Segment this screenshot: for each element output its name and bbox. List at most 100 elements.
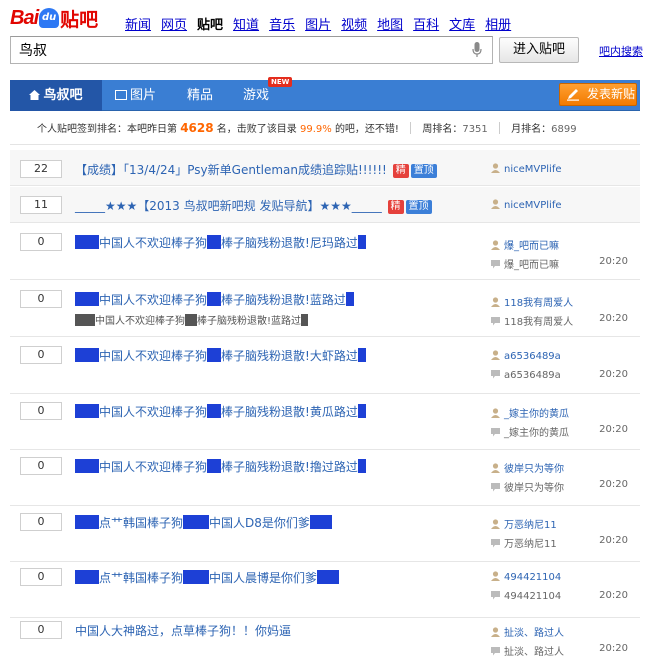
- nav-album[interactable]: 相册: [485, 14, 511, 33]
- last-replier-link[interactable]: a6536489a: [491, 369, 561, 381]
- thread-row[interactable]: 0 中国人大神路过，点草棒子狗！！你妈逼 扯淡、路过人 扯淡、路过人 20:20: [10, 619, 640, 660]
- redacted-block: [345, 292, 354, 306]
- nav-images[interactable]: 图片: [305, 14, 331, 33]
- thread-title: _____★★★【2013 鸟叔吧新吧规 发贴导航】★★★_____: [75, 199, 382, 213]
- thread-title-link[interactable]: 点艹韩国棒子狗 中国人D8是你们爹: [75, 514, 332, 531]
- thread-row[interactable]: 0 点艹韩国棒子狗 中国人晨博是你们爹 494421104 494421104 2…: [10, 563, 640, 618]
- pinned-tag: 置顶: [405, 200, 432, 214]
- last-replier-link[interactable]: 万恶纳尼11: [491, 535, 557, 550]
- redacted-block: [183, 570, 210, 584]
- reply-time: 20:20: [599, 256, 628, 267]
- reply-count: 0: [20, 621, 62, 639]
- author-name: niceMVPlife: [504, 200, 562, 211]
- new-badge: NEW: [268, 77, 293, 87]
- thread-title-link[interactable]: 中国人不欢迎棒子狗 棒子脑残粉退散!蓝路过: [75, 291, 354, 308]
- redacted-block: [207, 348, 222, 362]
- last-replier-link[interactable]: 494421104: [491, 590, 561, 602]
- nav-music[interactable]: 音乐: [269, 14, 295, 33]
- redacted-block: [185, 314, 197, 326]
- thread-title-part: 棒子脑残粉退散!: [221, 460, 310, 474]
- last-replier-link[interactable]: 彼岸只为等你: [491, 479, 564, 494]
- author-link[interactable]: 万恶纳尼11: [491, 516, 557, 531]
- last-replier-link[interactable]: 扯淡、路过人: [491, 643, 564, 658]
- thread-title-part: 黄瓜路过: [309, 405, 358, 419]
- tab-home[interactable]: 鸟叔吧: [10, 80, 102, 111]
- thread-title-link[interactable]: 中国人不欢迎棒子狗 棒子脑残粉退散!大虾路过: [75, 347, 366, 364]
- thread-title-part: 棒子脑残粉退散!: [221, 293, 310, 307]
- thread-row[interactable]: 11 _____★★★【2013 鸟叔吧新吧规 发贴导航】★★★_____ 精置…: [10, 187, 640, 223]
- tab-pictures[interactable]: 图片: [115, 80, 156, 111]
- nav-zhidao[interactable]: 知道: [233, 14, 259, 33]
- nav-news[interactable]: 新闻: [125, 14, 151, 33]
- abstract-part: 蓝路过: [271, 316, 302, 327]
- redacted-block: [357, 459, 366, 473]
- comment-icon: [491, 370, 500, 379]
- author-link[interactable]: _嫁主你的黄瓜: [491, 405, 569, 420]
- week-rank-value: 7351: [462, 124, 488, 135]
- stats-middle: 名，击败了该目录: [216, 124, 297, 135]
- enter-tieba-button[interactable]: 进入贴吧: [499, 37, 579, 63]
- microphone-icon[interactable]: [472, 42, 482, 58]
- nav-baike[interactable]: 百科: [413, 14, 439, 33]
- last-replier-name: 扯淡、路过人: [504, 647, 564, 658]
- reply-count: 22: [20, 160, 62, 178]
- thread-row[interactable]: 0 中国人不欢迎棒子狗 棒子脑残粉退散!撸过路过 彼岸只为等你 彼岸只为等你 20…: [10, 451, 640, 506]
- tab-games[interactable]: 游戏: [243, 80, 269, 111]
- author-name: 万恶纳尼11: [504, 520, 557, 531]
- nav-video[interactable]: 视频: [341, 14, 367, 33]
- reply-count: 0: [20, 290, 62, 308]
- user-icon: [491, 519, 500, 529]
- thread-title-link[interactable]: _____★★★【2013 鸟叔吧新吧规 发贴导航】★★★_____ 精置顶: [75, 197, 432, 214]
- top-bar: Bai du 贴吧 新闻 网页 贴吧 知道 音乐 图片 视频 地图 百科 文库 …: [0, 0, 650, 34]
- thread-title-link[interactable]: 点艹韩国棒子狗 中国人晨博是你们爹: [75, 569, 340, 586]
- thread-row[interactable]: 0 中国人不欢迎棒子狗 棒子脑残粉退散!蓝路过 中国人不欢迎棒子狗 棒子脑残粉退散!…: [10, 281, 640, 337]
- author-name: 扯淡、路过人: [504, 628, 564, 639]
- user-icon: [491, 571, 500, 581]
- thread-title-link[interactable]: 中国人大神路过，点草棒子狗！！你妈逼: [75, 622, 291, 639]
- thread-title-part: 点艹韩国棒子狗: [99, 571, 184, 585]
- tab-good[interactable]: 精品: [187, 80, 213, 111]
- author-link[interactable]: niceMVPlife: [491, 199, 562, 211]
- reply-count: 0: [20, 233, 62, 251]
- search-input[interactable]: [11, 37, 451, 63]
- stats-percent: 99.9%: [299, 124, 332, 135]
- last-replier-link[interactable]: _嫁主你的黄瓜: [491, 424, 569, 439]
- thread-title-link[interactable]: 中国人不欢迎棒子狗 棒子脑残粉退散!尼玛路过: [75, 234, 366, 251]
- thread-title-link[interactable]: 中国人不欢迎棒子狗 棒子脑残粉退散!黄瓜路过: [75, 403, 366, 420]
- last-replier-link[interactable]: 118我有周爱人: [491, 313, 573, 328]
- author-link[interactable]: 扯淡、路过人: [491, 624, 564, 639]
- author-name: 彼岸只为等你: [504, 464, 564, 475]
- thread-row[interactable]: 0 中国人不欢迎棒子狗 棒子脑残粉退散!黄瓜路过 _嫁主你的黄瓜 _嫁主你的黄瓜 …: [10, 395, 640, 450]
- redacted-block: [75, 235, 99, 249]
- comment-icon: [491, 647, 500, 656]
- thread-row[interactable]: 0 中国人不欢迎棒子狗 棒子脑残粉退散!大虾路过 a6536489a a65364…: [10, 338, 640, 394]
- thread-title-link[interactable]: 中国人不欢迎棒子狗 棒子脑残粉退散!撸过路过: [75, 458, 366, 475]
- thread-row[interactable]: 22 【成绩】「13/4/24」Psy新单Gentleman成绩追踪贴!!!!!…: [10, 150, 640, 186]
- author-link[interactable]: 118我有周爱人: [491, 294, 573, 309]
- author-link[interactable]: 494421104: [491, 571, 561, 583]
- nav-tieba[interactable]: 贴吧: [197, 14, 223, 33]
- new-post-button[interactable]: 发表新贴: [559, 83, 637, 106]
- redacted-block: [309, 515, 332, 529]
- last-replier-link[interactable]: 爆_吧而已嘛: [491, 256, 559, 271]
- thread-title-part: 撸过路过: [309, 460, 358, 474]
- reply-count: 0: [20, 568, 62, 586]
- nav-wenku[interactable]: 文库: [449, 14, 475, 33]
- redacted-block: [75, 515, 99, 529]
- thread-title-part: 棒子脑残粉退散!: [221, 405, 310, 419]
- thread-row[interactable]: 0 点艹韩国棒子狗 中国人D8是你们爹 万恶纳尼11 万恶纳尼11 20:20: [10, 507, 640, 562]
- nav-web[interactable]: 网页: [161, 14, 187, 33]
- baidu-tieba-logo[interactable]: Bai du 贴吧: [10, 6, 98, 31]
- nav-map[interactable]: 地图: [377, 14, 403, 33]
- thread-row[interactable]: 0 中国人不欢迎棒子狗 棒子脑残粉退散!尼玛路过 爆_吧而已嘛 爆_吧而已嘛 20…: [10, 224, 640, 280]
- author-link[interactable]: niceMVPlife: [491, 163, 562, 175]
- signin-stats: 个人贴吧签到排名：本吧昨日第 4628 名，击败了该目录 99.9% 的吧，还不…: [37, 120, 577, 135]
- author-link[interactable]: 彼岸只为等你: [491, 460, 564, 475]
- author-link[interactable]: 爆_吧而已嘛: [491, 237, 559, 252]
- thread-title-part: 尼玛路过: [309, 236, 358, 250]
- thread-title-link[interactable]: 【成绩】「13/4/24」Psy新单Gentleman成绩追踪贴!!!!!! 精…: [75, 161, 437, 178]
- author-link[interactable]: a6536489a: [491, 350, 561, 362]
- stats-divider: [410, 122, 412, 134]
- inner-search-link[interactable]: 吧内搜索: [599, 43, 643, 59]
- forum-tab-bar: 鸟叔吧 图片 精品 游戏 NEW 发表新贴: [10, 77, 640, 111]
